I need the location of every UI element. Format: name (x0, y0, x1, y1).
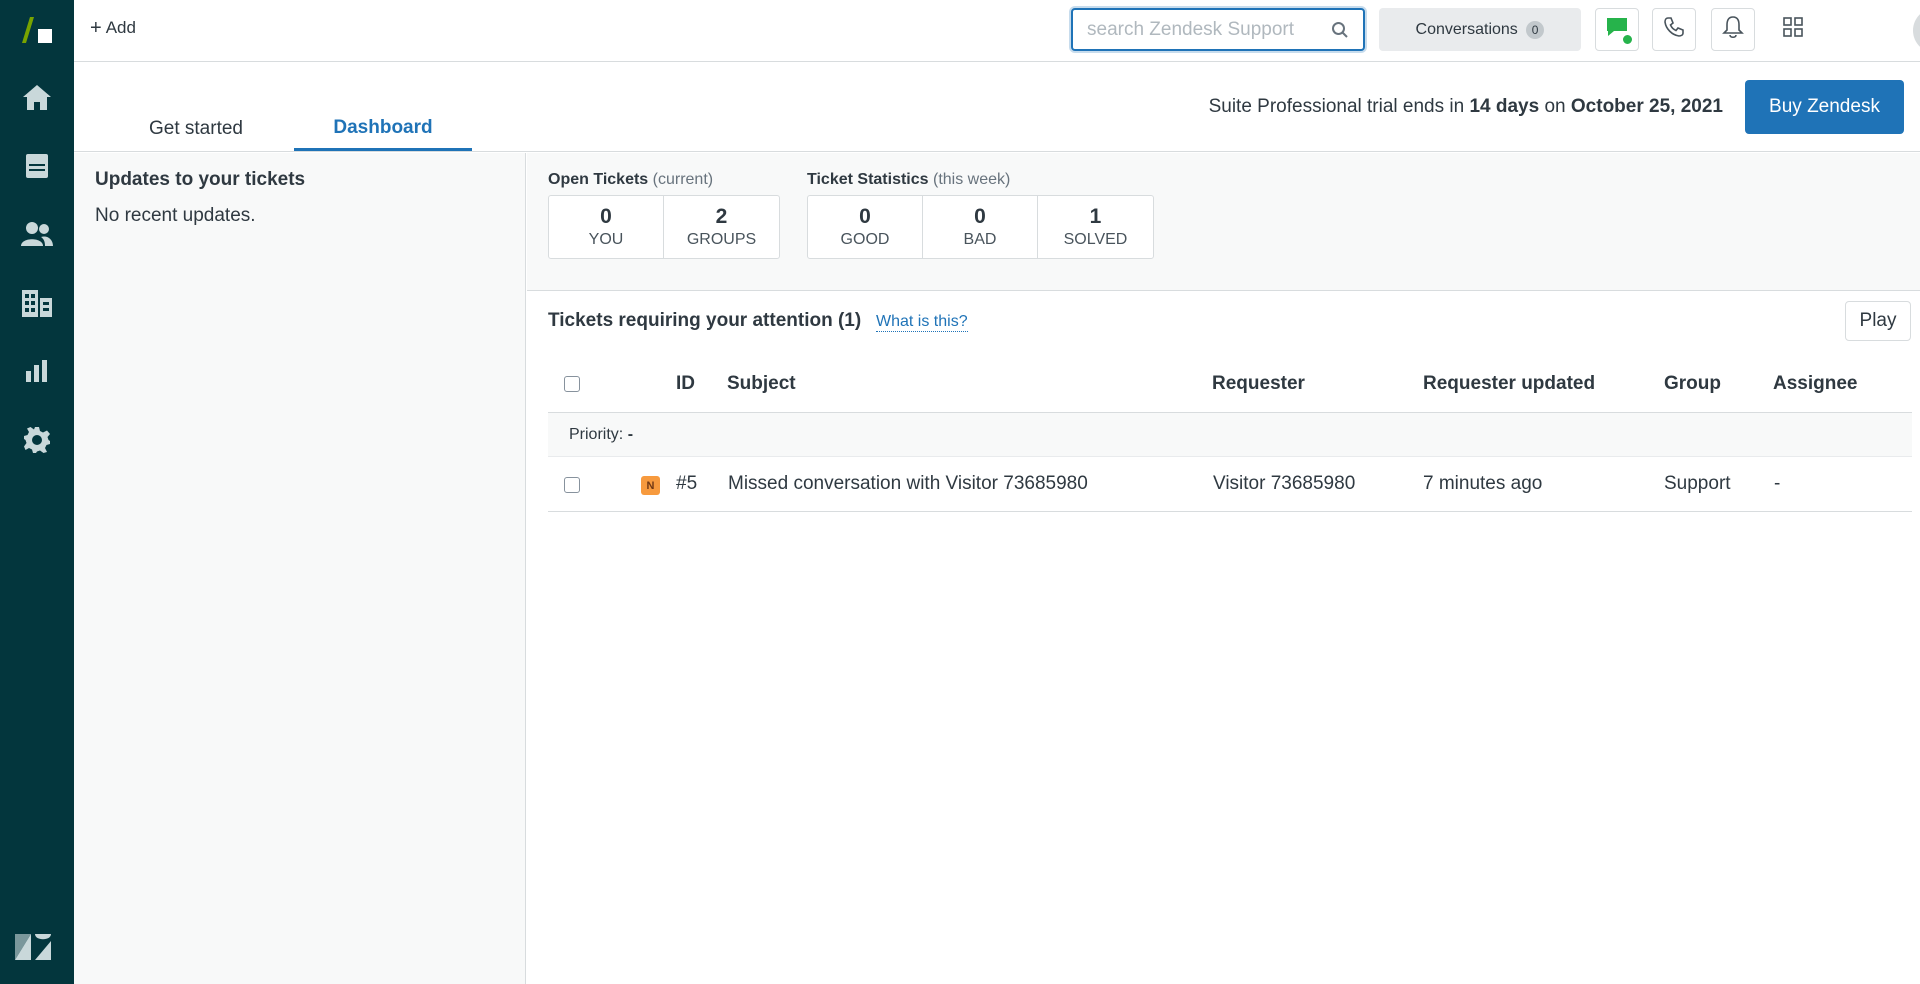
user-avatar[interactable] (1913, 8, 1920, 53)
row-checkbox[interactable] (564, 477, 580, 493)
table-row[interactable]: N #5 Missed conversation with Visitor 73… (548, 457, 1912, 512)
search-input[interactable] (1087, 17, 1327, 43)
trial-middle: on (1544, 96, 1566, 117)
conversations-count-badge: 0 (1525, 20, 1545, 39)
home-icon[interactable] (0, 75, 74, 119)
header-requester-updated[interactable]: Requester updated (1423, 373, 1595, 395)
header-subject[interactable]: Subject (727, 373, 796, 395)
header-assignee[interactable]: Assignee (1773, 373, 1857, 395)
phone-icon (1663, 16, 1685, 43)
attention-tickets-panel: Tickets requiring your attention (1) Wha… (527, 292, 1920, 984)
add-label: Add (105, 18, 136, 37)
conversations-label: Conversations (1415, 20, 1518, 38)
grid-icon (1782, 16, 1804, 43)
table-header: ID Subject Requester Requester updated G… (548, 355, 1912, 413)
trial-days: 14 days (1469, 96, 1540, 117)
tickets-table: ID Subject Requester Requester updated G… (548, 355, 1912, 512)
row-requester: Visitor 73685980 (1213, 473, 1356, 494)
play-button[interactable]: Play (1845, 301, 1911, 341)
attention-title: Tickets requiring your attention (1) (548, 310, 862, 331)
what-is-this-link[interactable]: What is this? (876, 313, 968, 332)
updates-empty-message: No recent updates. (95, 205, 256, 226)
open-tickets-you[interactable]: 0 YOU (549, 196, 664, 258)
header-group[interactable]: Group (1664, 373, 1721, 395)
trial-notice: Suite Professional trial ends in 14 days… (1209, 96, 1723, 118)
stat-bad[interactable]: 0 BAD (923, 196, 1038, 258)
stat-solved[interactable]: 1 SOLVED (1038, 196, 1153, 258)
search-icon[interactable] (1331, 21, 1349, 44)
products-button[interactable] (1771, 8, 1815, 51)
search-box[interactable] (1071, 8, 1365, 51)
notifications-button[interactable] (1711, 8, 1755, 51)
buy-zendesk-button[interactable]: Buy Zendesk (1745, 80, 1904, 134)
trial-date: October 25, 2021 (1570, 96, 1723, 117)
open-tickets-group: Open Tickets (current) 0 YOU 2 GROUPS (548, 171, 780, 259)
bell-icon (1722, 15, 1744, 44)
stat-good[interactable]: 0 GOOD (808, 196, 923, 258)
admin-gear-icon[interactable] (0, 418, 74, 462)
open-tickets-box: 0 YOU 2 GROUPS (548, 195, 780, 259)
online-status-dot (1621, 33, 1634, 46)
zendesk-logo-icon (14, 933, 52, 966)
plus-icon: + (90, 17, 102, 39)
status-new-badge: N (641, 476, 660, 495)
tab-dashboard[interactable]: Dashboard (294, 107, 472, 151)
trial-prefix: Suite Professional trial ends in (1208, 96, 1465, 117)
header-requester[interactable]: Requester (1212, 373, 1305, 395)
customers-icon[interactable] (0, 212, 74, 256)
add-button[interactable]: + Add (90, 16, 136, 40)
views-icon[interactable] (0, 144, 74, 188)
row-group: Support (1664, 473, 1731, 494)
user-avatar-icon (1913, 8, 1920, 53)
stats-panel: Open Tickets (current) 0 YOU 2 GROUPS Ti… (527, 153, 1920, 291)
row-requester-updated: 7 minutes ago (1423, 473, 1543, 494)
updates-title: Updates to your tickets (95, 169, 306, 190)
top-bar: + Add Conversations 0 (74, 0, 1920, 62)
tab-get-started[interactable]: Get started (130, 107, 262, 151)
open-tickets-title: Open Tickets (current) (548, 171, 714, 188)
row-id: #5 (676, 473, 698, 494)
open-tickets-groups[interactable]: 2 GROUPS (664, 196, 779, 258)
header-id[interactable]: ID (676, 373, 695, 395)
updates-pane: Updates to your tickets No recent update… (74, 153, 526, 984)
reporting-icon[interactable] (0, 349, 74, 393)
select-all-checkbox[interactable] (564, 376, 580, 392)
row-subject[interactable]: Missed conversation with Visitor 7368598… (728, 473, 1088, 495)
talk-button[interactable] (1652, 8, 1696, 51)
chat-status-button[interactable] (1595, 8, 1639, 51)
row-assignee: - (1774, 473, 1781, 494)
zendesk-product-logo-icon[interactable] (0, 8, 74, 52)
priority-group-label: Priority: - (569, 426, 634, 443)
organizations-icon[interactable] (0, 281, 74, 325)
priority-group-row: Priority: - (548, 413, 1912, 457)
conversations-button[interactable]: Conversations 0 (1379, 8, 1581, 51)
left-nav (0, 0, 74, 984)
ticket-statistics-box: 0 GOOD 0 BAD 1 SOLVED (807, 195, 1154, 259)
dashboard-header: Get started Dashboard Suite Professional… (74, 62, 1920, 152)
ticket-statistics-title: Ticket Statistics (this week) (807, 171, 1011, 188)
ticket-statistics-group: Ticket Statistics (this week) 0 GOOD 0 B… (807, 171, 1154, 259)
